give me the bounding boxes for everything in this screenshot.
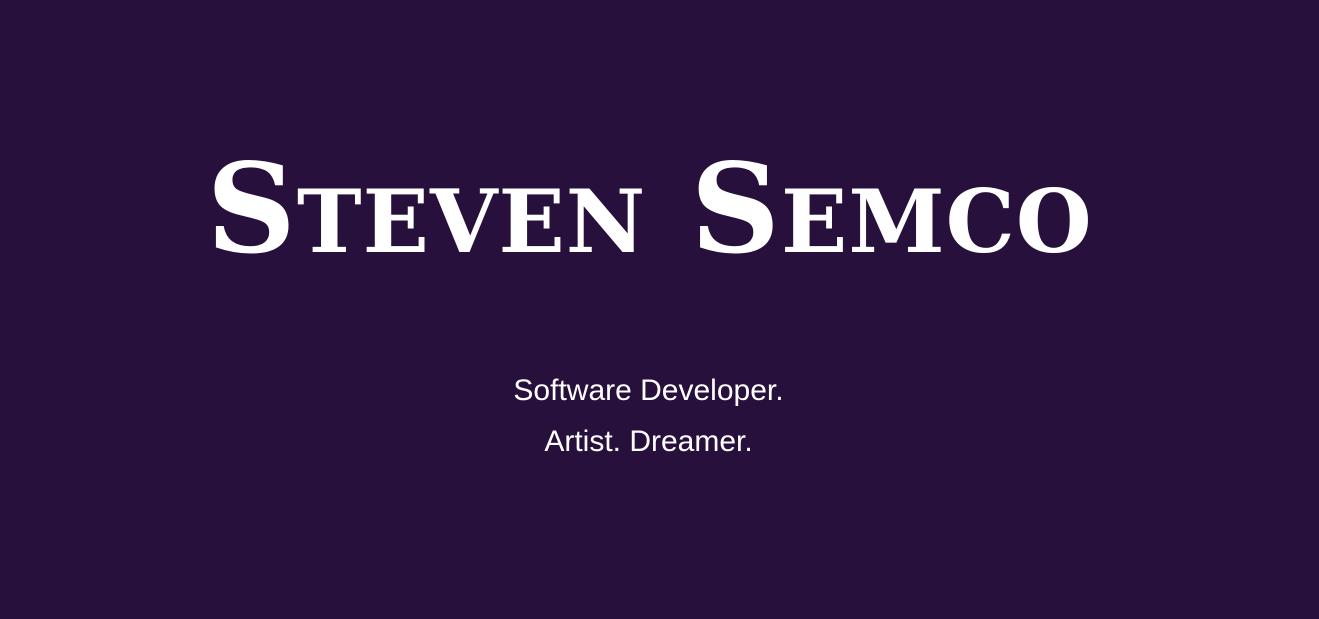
tagline-line-1: Software Developer. [513,374,784,407]
hero-title: Steven Semco [206,137,1093,282]
hero-section: Steven Semco Software Developer. Artist.… [0,0,1319,619]
tagline-line-2: Artist. Dreamer. [544,425,753,458]
